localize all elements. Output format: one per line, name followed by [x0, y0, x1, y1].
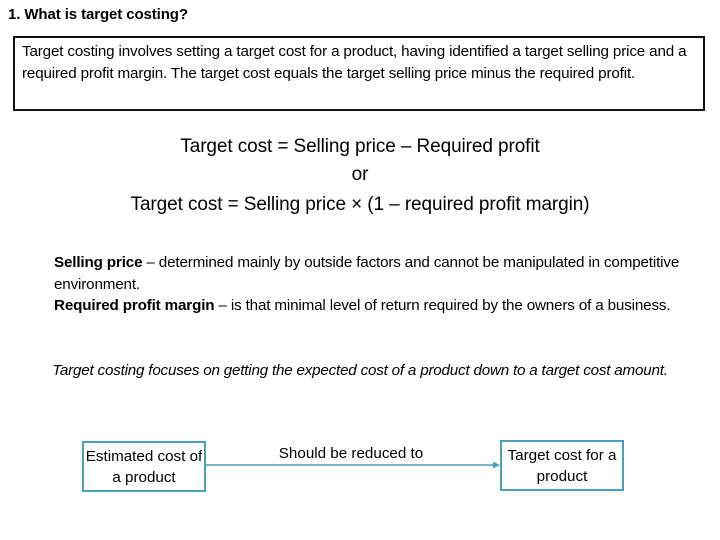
arrowhead-icon: [493, 461, 500, 469]
formula-margin: Target cost = Selling price × (1 – requi…: [130, 194, 590, 215]
slide-heading: 1. What is target costing?: [8, 6, 188, 23]
term-label: Required profit margin: [54, 297, 215, 315]
formula-profit: Target cost = Selling price – Required p…: [180, 136, 540, 157]
definition-selling-price: Selling price – determined mainly by out…: [54, 252, 694, 295]
arrow-connector: [206, 461, 500, 469]
estimated-cost-box: Estimated cost of a product: [82, 441, 206, 492]
definition-box: Target costing involves setting a target…: [13, 36, 705, 111]
term-definitions: Selling price – determined mainly by out…: [54, 252, 694, 317]
term-description: – is that minimal level of return requir…: [214, 297, 671, 315]
target-cost-box: Target cost for a product: [500, 440, 624, 491]
definition-required-profit-margin: Required profit margin – is that minimal…: [54, 295, 694, 317]
italic-note: Target costing focuses on getting the ex…: [52, 362, 668, 379]
definition-text: Target costing involves setting a target…: [22, 43, 687, 82]
term-label: Selling price: [54, 254, 143, 271]
term-description: – determined mainly by outside factors a…: [54, 254, 680, 293]
estimated-cost-label: Estimated cost of a product: [85, 447, 203, 486]
formula-connector: or: [351, 164, 369, 185]
target-cost-label: Target cost for a product: [507, 446, 617, 485]
